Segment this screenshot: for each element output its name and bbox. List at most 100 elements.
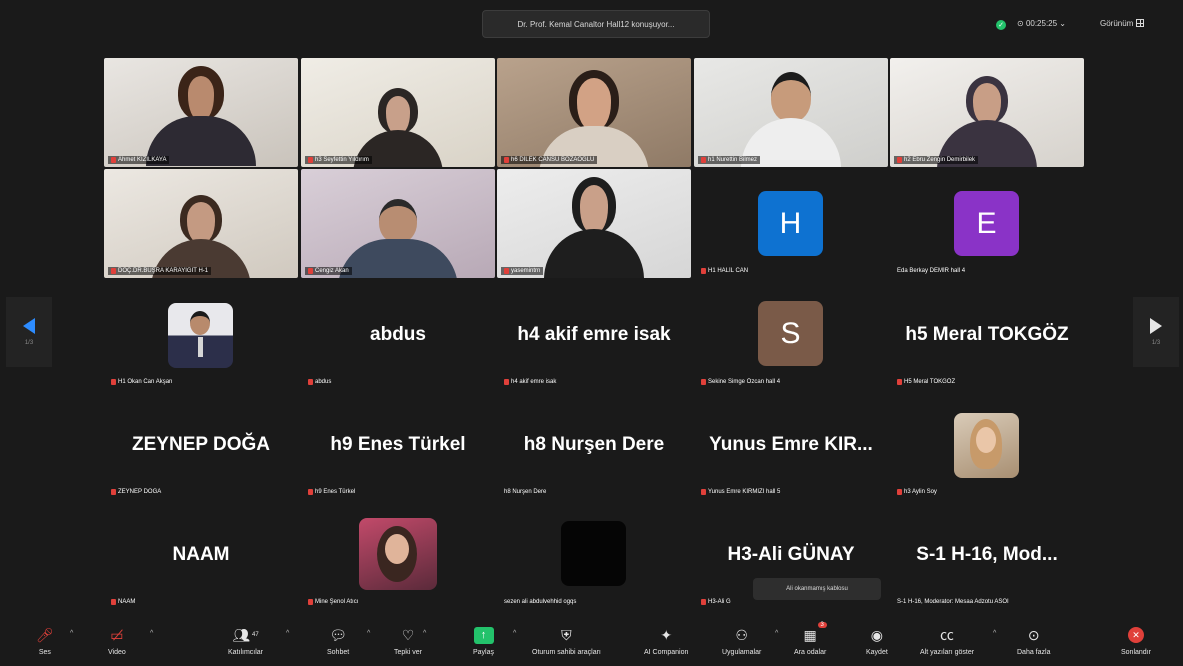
avatar-tile[interactable]: S Sekine Simge Özcan hall 4 — [694, 280, 888, 389]
heart-icon: ♡ — [401, 626, 415, 643]
top-bar: Dr. Prof. Kemal Canaltor Hall12 konuşuyo… — [0, 0, 1183, 48]
muted-mic-icon — [111, 379, 116, 385]
captions-button[interactable]: ㏄ Alt yazıları göster — [920, 625, 974, 656]
participant-name: h8 Nurşen Dere — [504, 489, 547, 495]
participant-name: sezen ali abdulvehhid ogqs — [504, 599, 577, 605]
video-off-icon: ▭̸ — [110, 626, 124, 643]
avatar-tile[interactable]: sezen ali abdulvehhid ogqs — [497, 500, 691, 609]
participants-count: 47 — [252, 632, 259, 638]
react-button[interactable]: ♡ Tepki ver — [394, 625, 423, 657]
name-tile[interactable]: S-1 H-16, Mod... S-1 H-16, Moderator: Me… — [890, 500, 1084, 609]
ai-companion-button[interactable]: ✦ AI Companion — [644, 625, 688, 657]
share-options-caret[interactable]: ^ — [513, 630, 516, 637]
muted-mic-icon — [504, 268, 509, 274]
host-tools-button[interactable]: ⛨ Oturum sahibi araçları — [532, 625, 601, 657]
apps-button[interactable]: ⚇ Uygulamalar — [722, 625, 761, 657]
share-button[interactable]: ↑ Paylaş — [473, 625, 494, 656]
participant-name: h9 Enes Türkel — [305, 488, 358, 496]
participant-name: h4 akif emre isak — [501, 378, 559, 386]
next-page-button[interactable]: 1/3 — [1133, 297, 1179, 367]
video-tile[interactable]: yasemintrn — [497, 169, 691, 278]
muted-mic-icon — [504, 157, 509, 163]
participant-name: Sekine Simge Özcan hall 4 — [698, 378, 783, 386]
muted-mic-icon — [111, 268, 116, 274]
participant-name: h2 Ebru Zengin Demirbilek — [894, 156, 979, 164]
name-tile[interactable]: ZEYNEP DOĞA ZEYNEP DOĞA — [104, 390, 298, 499]
name-tile[interactable]: h5 Meral TOKGÖZ H5 Meral TOKGÖZ — [890, 280, 1084, 389]
chat-label: Sohbet — [327, 649, 350, 656]
audio-button[interactable]: 🎤︎ Ses — [36, 625, 54, 657]
participants-options-caret[interactable]: ^ — [286, 630, 289, 637]
audio-label: Ses — [38, 649, 51, 656]
react-options-caret[interactable]: ^ — [423, 630, 426, 637]
breakout-rooms-label: Ara odalar — [794, 649, 827, 656]
avatar-tile[interactable]: H H1 HALİL CAN — [694, 169, 888, 278]
share-label: Paylaş — [473, 649, 495, 656]
muted-mic-icon — [111, 489, 116, 495]
participant-name: H1 Okan Can Akşan — [108, 378, 175, 386]
video-tile[interactable]: h2 Ebru Zengin Demirbilek — [890, 58, 1084, 167]
mic-muted-icon: 🎤︎ — [36, 626, 54, 643]
muted-mic-icon — [897, 157, 902, 163]
breakout-badge: 3 — [817, 622, 827, 628]
page-indicator-right: 1/3 — [1151, 340, 1161, 346]
avatar: S — [758, 301, 823, 366]
timer-value: 00:25:25 — [1025, 19, 1058, 28]
breakout-rooms-button[interactable]: ▦ 3 Ara odalar — [794, 622, 827, 656]
more-button[interactable]: ⊙ Daha fazla — [1017, 625, 1050, 657]
video-label: Video — [108, 649, 126, 656]
avatar: E — [954, 191, 1019, 256]
chat-options-caret[interactable]: ^ — [367, 630, 370, 637]
view-button[interactable]: Görünüm — [1100, 19, 1145, 28]
video-tile[interactable]: DOÇ.DR.BUŞRA KARAYIĞIT H-1 — [104, 169, 298, 278]
video-options-caret[interactable]: ^ — [150, 630, 153, 637]
participant-display-name: S-1 H-16, Mod... — [916, 543, 1058, 565]
name-tile[interactable]: h8 Nurşen Dere h8 Nurşen Dere — [497, 390, 691, 499]
avatar-tile[interactable]: H1 Okan Can Akşan — [104, 280, 298, 389]
participants-button[interactable]: 👥︎ 47 Katılımcılar — [228, 625, 263, 657]
audio-options-caret[interactable]: ^ — [70, 630, 73, 637]
muted-mic-icon — [111, 157, 116, 163]
participant-display-name: h9 Enes Türkel — [330, 433, 466, 455]
meeting-timer[interactable]: ⊙ 00:25:25 ⌄ — [1017, 19, 1066, 28]
muted-mic-icon — [701, 268, 706, 274]
avatar-tile[interactable]: E Eda Berkay DEMİR hall 4 — [890, 169, 1084, 278]
previous-page-button[interactable]: 1/3 — [6, 297, 52, 367]
security-shield-icon[interactable]: ✓ — [996, 20, 1006, 30]
avatar — [168, 303, 233, 368]
participant-video — [146, 66, 256, 166]
participant-name: h3 Aylin Soy — [894, 488, 940, 496]
video-tile[interactable]: h3 Seyfettin Yıldırım — [301, 58, 495, 167]
name-tile[interactable]: Yunus Emre KIR... Yunus Emre KIRMIZI hal… — [694, 390, 888, 499]
participant-name: H5 Meral TOKGÖZ — [894, 378, 958, 386]
participant-video — [151, 195, 251, 278]
name-tile[interactable]: h4 akif emre isak h4 akif emre isak — [497, 280, 691, 389]
muted-mic-icon — [701, 599, 706, 605]
avatar-tile[interactable]: Mine Şenol Atıcı — [301, 500, 495, 609]
name-tile[interactable]: abdus abdus — [301, 280, 495, 389]
react-label: Tepki ver — [394, 649, 423, 656]
avatar-tile[interactable]: h3 Aylin Soy — [890, 390, 1084, 499]
chat-icon: 💬︎ — [329, 626, 347, 643]
close-icon: ✕ — [1127, 627, 1144, 643]
apps-options-caret[interactable]: ^ — [775, 630, 778, 637]
video-button[interactable]: ▭̸ Video — [108, 625, 126, 657]
participant-display-name: ZEYNEP DOĞA — [132, 433, 270, 455]
name-tile[interactable]: h9 Enes Türkel h9 Enes Türkel — [301, 390, 495, 499]
captions-options-caret[interactable]: ^ — [993, 630, 996, 637]
participant-name: h3 Seyfettin Yıldırım — [305, 156, 372, 164]
sparkle-icon: ✦ — [660, 626, 673, 643]
participant-name: yasemintrn — [501, 267, 544, 275]
name-tile[interactable]: NAAM NAAM — [104, 500, 298, 609]
participant-video — [937, 76, 1037, 167]
record-button[interactable]: ◉ Kaydet — [866, 625, 888, 657]
tooltip: Ali okanmamış kablosu — [753, 578, 881, 600]
participant-name: H1 HALİL CAN — [698, 267, 751, 275]
chat-button[interactable]: 💬︎ Sohbet — [327, 625, 350, 657]
video-tile[interactable]: h6 DİLEK CANSU BOZAOĞLU — [497, 58, 691, 167]
video-tile[interactable]: Cengiz Akan — [301, 169, 495, 278]
end-meeting-button[interactable]: ✕ Sonlandır — [1121, 625, 1151, 656]
video-tile[interactable]: h1 Nurettin Bilmez — [694, 58, 888, 167]
video-tile[interactable]: Ahmet KIZILKAYA — [104, 58, 298, 167]
participant-display-name: h5 Meral TOKGÖZ — [905, 323, 1069, 345]
